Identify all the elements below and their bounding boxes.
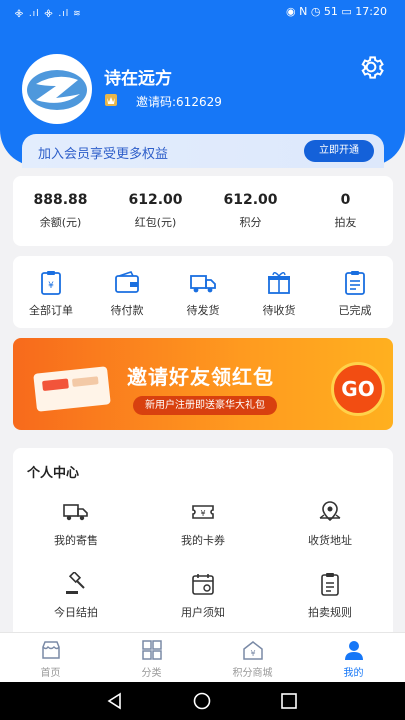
gift-box-icon <box>268 272 290 294</box>
stat-label: 余额(元) <box>39 216 82 229</box>
nav-label: 分类 <box>141 668 162 679</box>
member-banner[interactable]: 加入会员享受更多权益 立即开通 <box>22 134 384 168</box>
order-label: 待收货 <box>262 304 296 317</box>
invite-code: 邀请码:612629 <box>136 95 222 109</box>
avatar[interactable] <box>22 54 92 124</box>
promo-ticket-illustration <box>33 366 111 412</box>
nav-label: 我的 <box>343 668 364 679</box>
svg-text:¥: ¥ <box>48 281 54 291</box>
promo-subtitle: 新用户注册即送豪华大礼包 <box>133 396 277 415</box>
menu-shipping-address[interactable]: 收货地址 <box>267 500 393 548</box>
back-triangle-icon[interactable] <box>106 692 124 710</box>
stat-label: 积分 <box>239 216 262 229</box>
svg-text:¥: ¥ <box>200 509 205 518</box>
stat-label: 拍友 <box>334 216 357 229</box>
nav-home[interactable]: 首页 <box>0 639 101 679</box>
menu-my-coupons[interactable]: ¥ 我的卡券 <box>140 500 266 548</box>
nav-label: 首页 <box>40 668 61 679</box>
map-pin-icon <box>319 501 341 522</box>
menu-label: 我的寄售 <box>54 534 98 547</box>
menu-my-consignment[interactable]: 我的寄售 <box>13 500 139 548</box>
stat-value: 0 <box>340 192 351 208</box>
points-house-icon: ¥ <box>242 641 263 660</box>
order-label: 待付款 <box>110 304 144 317</box>
status-bar: ᯽ .ıl ᯽ .ıl ≋ ◉ N ◷ 51 ▭ 17:20 <box>0 0 405 26</box>
all-orders-icon: ¥ <box>41 271 61 295</box>
bottom-nav: 首页 分类 ¥ 积分商城 我的 <box>0 632 405 682</box>
person-icon <box>344 641 363 660</box>
stat-red-packet[interactable]: 612.00 红包(元) <box>108 192 203 230</box>
truck-icon <box>63 504 88 521</box>
username: 诗在远方 <box>104 69 172 89</box>
menu-label: 收货地址 <box>308 534 352 547</box>
menu-label: 我的卡券 <box>181 534 225 547</box>
avatar-logo-icon <box>24 56 90 122</box>
menu-label: 今日结拍 <box>54 606 98 619</box>
order-all[interactable]: ¥ 全部订单 <box>13 270 89 318</box>
menu-user-notice[interactable]: 用户须知 <box>140 572 266 620</box>
order-pending-shipment[interactable]: 待发货 <box>165 270 241 318</box>
promo-go-button[interactable]: GO <box>331 362 385 416</box>
system-nav-bar <box>0 682 405 720</box>
member-banner-text: 加入会员享受更多权益 <box>38 147 169 162</box>
stat-label: 红包(元) <box>134 216 177 229</box>
recents-square-icon[interactable] <box>280 692 298 710</box>
completed-list-icon <box>345 271 365 295</box>
order-completed[interactable]: 已完成 <box>317 270 393 318</box>
status-right-indicators: ◉ N ◷ 51 ▭ 17:20 <box>286 5 387 18</box>
signal-indicators: ᯽ .ıl ᯽ .ıl ≋ <box>14 9 82 19</box>
calendar-icon <box>192 574 214 595</box>
clipboard-icon <box>321 573 339 596</box>
nav-category[interactable]: 分类 <box>101 639 202 679</box>
stat-balance[interactable]: 888.88 余额(元) <box>13 192 108 230</box>
svg-text:¥: ¥ <box>250 649 255 658</box>
order-label: 全部订单 <box>29 304 73 317</box>
menu-label: 拍卖规则 <box>308 606 352 619</box>
promo-ticket-tag <box>71 376 99 387</box>
grid-icon <box>141 640 162 660</box>
order-label: 已完成 <box>338 304 372 317</box>
nav-mine[interactable]: 我的 <box>303 639 404 679</box>
gavel-icon <box>66 572 85 594</box>
vip-badge-icon <box>105 94 117 106</box>
menu-today-auction[interactable]: 今日结拍 <box>13 572 139 620</box>
truck-icon <box>190 275 216 293</box>
order-pending-receipt[interactable]: 待收货 <box>241 270 317 318</box>
menu-label: 用户须知 <box>181 606 225 619</box>
settings-gear-icon[interactable] <box>356 52 386 82</box>
nav-points-mall[interactable]: ¥ 积分商城 <box>202 639 303 679</box>
stat-value: 612.00 <box>128 192 183 208</box>
order-label: 待发货 <box>186 304 220 317</box>
coupon-icon: ¥ <box>192 505 214 519</box>
menu-auction-rules[interactable]: 拍卖规则 <box>267 572 393 620</box>
stats-card: 888.88 余额(元) 612.00 红包(元) 612.00 积分 0 拍友 <box>13 176 393 246</box>
join-member-button[interactable]: 立即开通 <box>304 140 374 162</box>
wallet-icon <box>115 271 139 293</box>
nav-label: 积分商城 <box>232 668 273 679</box>
orders-card: ¥ 全部订单 待付款 待发货 待收货 已完成 <box>13 256 393 328</box>
home-circle-icon[interactable] <box>193 692 211 710</box>
personal-center-card: 个人中心 我的寄售 ¥ 我的卡券 收货地址 今日结拍 用户须知 拍卖规则 <box>13 448 393 632</box>
stat-friends[interactable]: 0 拍友 <box>298 192 393 230</box>
promo-title: 邀请好友领红包 <box>127 365 274 389</box>
store-icon <box>41 641 60 659</box>
promo-ticket-tag <box>42 378 69 392</box>
invite-promo-banner[interactable]: 邀请好友领红包 新用户注册即送豪华大礼包 GO <box>13 338 393 430</box>
order-pending-payment[interactable]: 待付款 <box>89 270 165 318</box>
stat-value: 888.88 <box>33 192 88 208</box>
stat-points[interactable]: 612.00 积分 <box>203 192 298 230</box>
personal-center-title: 个人中心 <box>27 466 80 481</box>
stat-value: 612.00 <box>223 192 278 208</box>
